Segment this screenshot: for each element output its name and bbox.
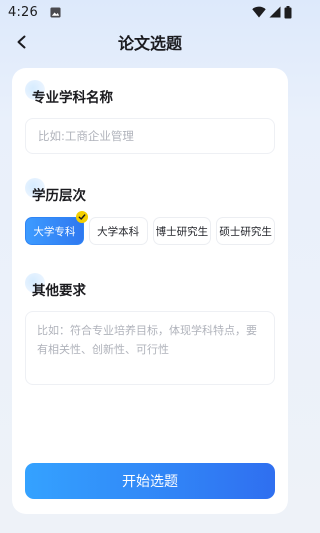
degree-option-label: 硕士研究生 xyxy=(219,225,272,238)
battery-icon xyxy=(284,5,292,18)
header: 论文选题 xyxy=(0,26,300,58)
degree-option-label: 博士研究生 xyxy=(155,225,209,238)
major-label: 专业学科名称 xyxy=(32,90,113,106)
degree-option-master[interactable]: 硕士研究生 xyxy=(216,217,275,245)
degree-option-associate[interactable]: 大学专科 xyxy=(25,211,88,245)
degree-option-doctor[interactable]: 博士研究生 xyxy=(152,217,212,245)
requirements-input[interactable] xyxy=(25,311,275,385)
status-time: 4:26 xyxy=(8,4,38,20)
start-selection-button[interactable]: 开始选题 xyxy=(25,463,275,499)
status-icons xyxy=(252,5,292,19)
major-input[interactable] xyxy=(25,118,275,154)
degree-option-label: 大学专科 xyxy=(33,225,76,238)
requirements-label: 其他要求 xyxy=(32,283,86,299)
status-bar: 4:26 xyxy=(0,0,300,24)
degree-options: 大学专科 大学本科 博士研究生 硕士研究生 xyxy=(25,211,275,245)
back-arrow-icon xyxy=(17,35,26,49)
degree-label: 学历层次 xyxy=(32,188,86,204)
check-icon xyxy=(75,211,88,223)
degree-option-label: 大学本科 xyxy=(97,225,140,238)
image-icon xyxy=(50,6,61,18)
back-button[interactable] xyxy=(10,30,34,54)
form-card: 专业学科名称 学历层次 大学专科 大学本科 博士研究生 硕士研究生 其他要求 开… xyxy=(12,68,288,514)
signal-icon xyxy=(269,6,281,18)
wifi-icon xyxy=(252,6,266,18)
page-title: 论文选题 xyxy=(117,34,182,53)
degree-option-bachelor[interactable]: 大学本科 xyxy=(88,217,148,245)
